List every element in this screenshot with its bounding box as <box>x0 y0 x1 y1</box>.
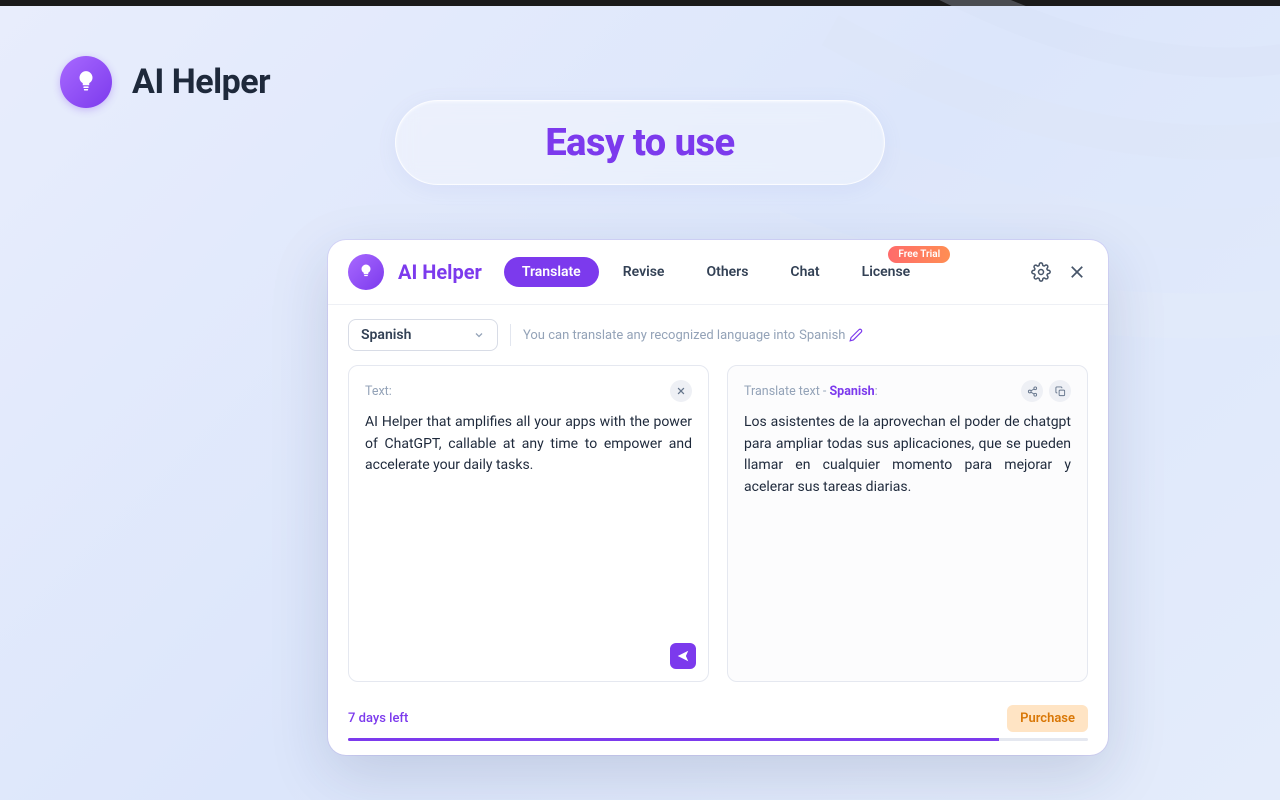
output-pane: Translate text - Spanish: Los asistentes… <box>727 365 1088 682</box>
clear-input-button[interactable] <box>670 380 692 402</box>
tab-revise[interactable]: Revise <box>605 257 683 287</box>
tagline-text: Easy to use <box>545 121 734 165</box>
share-button[interactable] <box>1021 380 1043 402</box>
page-logo-block: AI Helper <box>60 56 270 108</box>
source-pane-label: Text: <box>365 384 392 399</box>
copy-button[interactable] <box>1049 380 1071 402</box>
language-selected: Spanish <box>361 327 411 343</box>
tab-translate[interactable]: Translate <box>504 257 599 287</box>
tab-bar: Translate Revise Others Chat License Fre… <box>504 257 928 287</box>
source-text[interactable]: AI Helper that amplifies all your apps w… <box>365 412 692 477</box>
close-icon[interactable] <box>1066 261 1088 283</box>
tab-chat[interactable]: Chat <box>772 257 837 287</box>
tab-label: License <box>862 264 911 280</box>
app-logo-icon <box>348 254 384 290</box>
toolbar: Spanish You can translate any recognized… <box>328 305 1108 365</box>
page-title: AI Helper <box>132 62 270 102</box>
free-trial-badge: Free Trial <box>888 246 950 263</box>
trial-progress <box>348 738 1088 741</box>
footer: 7 days left Purchase <box>328 694 1108 732</box>
divider <box>510 324 511 346</box>
source-pane: Text: AI Helper that amplifies all your … <box>348 365 709 682</box>
app-title: AI Helper <box>398 260 482 284</box>
chevron-down-icon <box>473 329 485 341</box>
send-button[interactable] <box>670 643 696 669</box>
tab-others[interactable]: Others <box>688 257 766 287</box>
settings-icon[interactable] <box>1030 261 1052 283</box>
pencil-icon[interactable] <box>849 328 863 342</box>
app-window: AI Helper Translate Revise Others Chat L… <box>328 240 1108 755</box>
output-pane-label: Translate text - Spanish: <box>744 384 878 399</box>
tagline-pill: Easy to use <box>395 100 885 185</box>
language-select[interactable]: Spanish <box>348 319 498 351</box>
trial-days-left: 7 days left <box>348 711 408 726</box>
toolbar-hint: You can translate any recognized languag… <box>523 328 863 343</box>
tab-license[interactable]: License Free Trial <box>844 257 929 287</box>
purchase-button[interactable]: Purchase <box>1007 705 1088 732</box>
trial-progress-fill <box>348 738 999 741</box>
app-header: AI Helper Translate Revise Others Chat L… <box>328 240 1108 305</box>
output-text: Los asistentes de la aprovechan el poder… <box>744 412 1071 499</box>
page-logo-icon <box>60 56 112 108</box>
